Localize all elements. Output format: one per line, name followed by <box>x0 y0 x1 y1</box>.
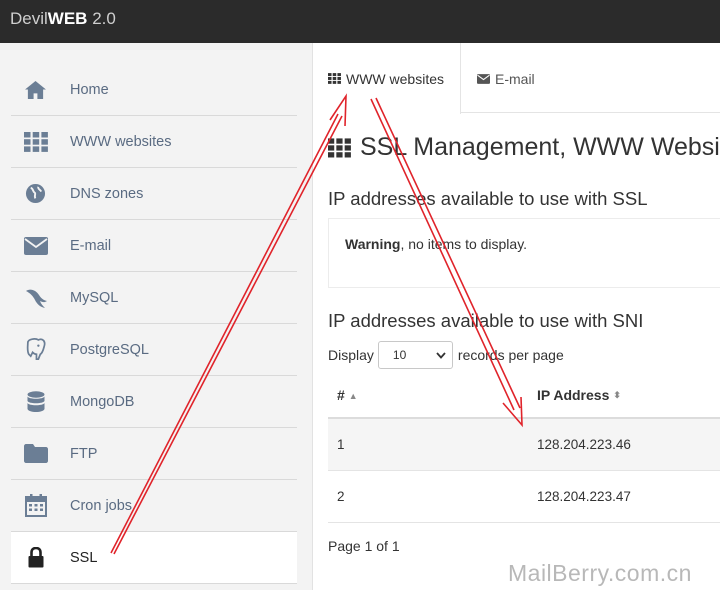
sidebar-item-label: FTP <box>70 445 98 462</box>
display-label: Display <box>328 347 374 363</box>
cell-number: 2 <box>328 470 537 523</box>
ip-table: # ▲ IP Address ⬍ 1 128.204.223.46 2 128.20… <box>328 372 720 523</box>
pagination-info: Page 1 of 1 <box>328 538 400 554</box>
warning-message: Warning, no items to display. <box>328 218 720 288</box>
page-title-text: SSL Management, WWW Websit <box>360 133 720 161</box>
tab-label: WWW websites <box>346 70 444 87</box>
tab-e-mail[interactable]: E-mail <box>477 43 535 114</box>
sidebar-item-label: DNS zones <box>70 185 144 202</box>
table-header-row: # ▲ IP Address ⬍ <box>328 372 720 419</box>
sidebar-item-postgresql[interactable]: PostgreSQL <box>11 324 297 376</box>
sidebar-nav: Home WWW websites DNS zones E-mail MySQL <box>11 64 297 584</box>
envelope-icon <box>23 233 48 258</box>
records-label: records per page <box>457 347 564 363</box>
sidebar-item-www-websites[interactable]: WWW websites <box>11 116 297 168</box>
ssl-section-heading: IP addresses available to use with SSL <box>328 188 648 209</box>
sidebar-item-label: Cron jobs <box>70 497 133 514</box>
cell-ip-address: 128.204.223.46 <box>537 418 720 471</box>
sidebar-item-mongodb[interactable]: MongoDB <box>11 376 297 428</box>
sidebar-item-e-mail[interactable]: E-mail <box>11 220 297 272</box>
sidebar-item-label: PostgreSQL <box>70 341 149 358</box>
grid-icon <box>328 137 351 157</box>
sidebar-item-ftp[interactable]: FTP <box>11 428 297 480</box>
sidebar-item-label: WWW websites <box>70 133 172 150</box>
watermark: MailBerry.com.cn <box>508 560 692 586</box>
elephant-icon <box>23 337 48 362</box>
page-title: SSL Management, WWW Websit <box>328 133 720 162</box>
page-size-value: 10 <box>392 348 407 362</box>
dolphin-icon <box>23 285 48 310</box>
page-size-select[interactable]: 10 <box>377 341 453 369</box>
warning-text: , no items to display. <box>400 236 528 252</box>
sidebar-item-label: MongoDB <box>70 393 135 410</box>
sidebar-item-dns-zones[interactable]: DNS zones <box>11 168 297 220</box>
page-size-control: Display 10 records per page <box>328 341 564 369</box>
globe-icon <box>23 181 48 206</box>
tab-www-websites[interactable]: WWW websites <box>313 43 461 114</box>
sidebar-item-label: E-mail <box>70 237 112 254</box>
chevron-down-icon <box>436 351 446 359</box>
sort-both-icon: ⬍ <box>613 390 621 401</box>
column-header-number[interactable]: # ▲ <box>328 372 537 419</box>
sidebar-item-label: Home <box>70 81 109 98</box>
app-title-version: 2.0 <box>87 9 116 28</box>
database-icon <box>23 389 48 414</box>
sidebar-item-label: SSL <box>70 549 98 566</box>
app-title-brand: WEB <box>47 9 88 28</box>
warning-label: Warning <box>345 236 401 252</box>
home-icon <box>23 77 48 102</box>
app-title-prefix: Devil <box>10 9 48 28</box>
table-row: 1 128.204.223.46 <box>328 418 720 471</box>
tab-label: E-mail <box>495 70 535 87</box>
envelope-icon <box>477 73 490 84</box>
cell-number: 1 <box>328 418 537 471</box>
sidebar-item-home[interactable]: Home <box>11 64 297 116</box>
sidebar-item-mysql[interactable]: MySQL <box>11 272 297 324</box>
sort-asc-icon: ▲ <box>348 390 358 401</box>
folder-icon <box>23 441 48 466</box>
sidebar-item-cron-jobs[interactable]: Cron jobs <box>11 480 297 532</box>
sidebar: Home WWW websites DNS zones E-mail MySQL <box>0 43 314 612</box>
table-row: 2 128.204.223.47 <box>328 470 720 523</box>
sidebar-item-ssl[interactable]: SSL <box>11 532 297 584</box>
grid-icon <box>23 129 48 154</box>
active-item-pointer <box>303 590 314 612</box>
lock-icon <box>23 545 48 570</box>
app-title-bar: DevilWEB 2.0 <box>0 0 720 43</box>
column-header-ip-address[interactable]: IP Address ⬍ <box>537 372 720 419</box>
tab-bar: WWW websites E-mail <box>313 43 720 114</box>
sni-section-heading: IP addresses available to use with SNI <box>328 310 644 331</box>
sidebar-item-label: MySQL <box>70 289 119 306</box>
cell-ip-address: 128.204.223.47 <box>537 470 720 523</box>
calendar-icon <box>23 493 48 518</box>
grid-icon <box>328 73 341 84</box>
